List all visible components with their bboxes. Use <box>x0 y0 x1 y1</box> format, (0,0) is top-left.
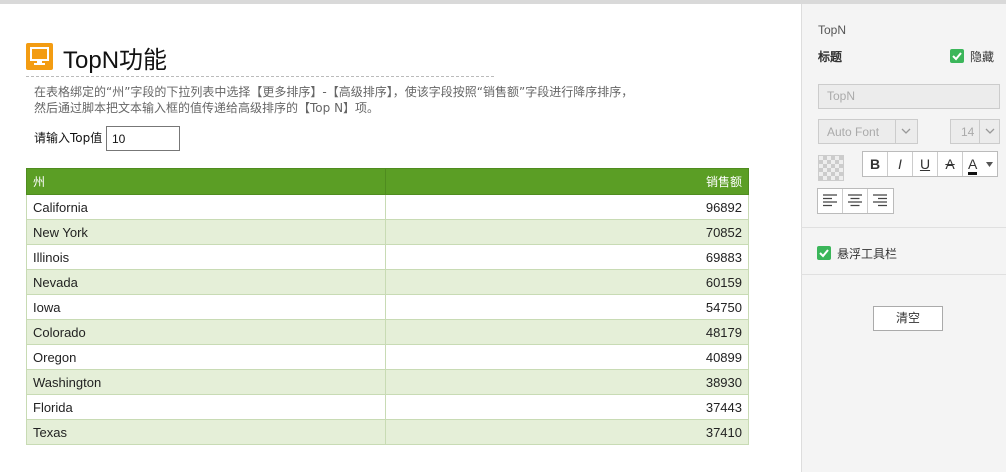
cell-state: Nevada <box>26 269 386 295</box>
chevron-down-icon <box>979 120 999 143</box>
title-text-field[interactable]: TopN <box>818 84 1000 109</box>
text-align-toolbar <box>817 188 894 214</box>
column-header-state[interactable]: 州 <box>26 168 386 195</box>
cell-state: Iowa <box>26 294 386 320</box>
cell-sales: 96892 <box>385 194 749 220</box>
font-color-button[interactable]: A <box>963 152 997 176</box>
font-size-value: 14 <box>961 125 975 139</box>
cell-sales: 70852 <box>385 219 749 245</box>
table-row: Iowa 54750 <box>26 294 749 320</box>
cell-state: Washington <box>26 369 386 395</box>
text-format-toolbar: B I U A A <box>862 151 998 177</box>
cell-sales: 69883 <box>385 244 749 270</box>
align-center-button[interactable] <box>843 189 868 213</box>
cell-sales: 60159 <box>385 269 749 295</box>
table-row: Colorado 48179 <box>26 319 749 345</box>
cell-state: Oregon <box>26 344 386 370</box>
table-row: Nevada 60159 <box>26 269 749 295</box>
cell-state: New York <box>26 219 386 245</box>
font-size-select[interactable]: 14 <box>950 119 1000 144</box>
check-icon <box>819 249 829 258</box>
cell-state: Colorado <box>26 319 386 345</box>
cell-state: Texas <box>26 419 386 445</box>
title-divider <box>26 76 494 77</box>
report-canvas: TopN功能 在表格绑定的“州”字段的下拉列表中选择【更多排序】-【高级排序】，… <box>0 4 801 472</box>
align-right-button[interactable] <box>868 189 893 213</box>
align-right-icon <box>873 194 887 207</box>
hide-label: 隐藏 <box>970 50 995 64</box>
cell-sales: 40899 <box>385 344 749 370</box>
font-family-value: Auto Font <box>827 125 880 139</box>
underline-button[interactable]: U <box>913 152 938 176</box>
column-header-sales[interactable]: 销售额 <box>385 168 749 195</box>
cell-sales: 38930 <box>385 369 749 395</box>
caret-down-icon <box>986 162 993 167</box>
topn-label: 请输入Top值 <box>34 131 103 145</box>
hide-checkbox[interactable] <box>950 49 964 63</box>
background-color-swatch[interactable] <box>818 155 844 181</box>
check-icon <box>952 52 962 61</box>
float-toolbar-checkbox[interactable] <box>817 246 831 260</box>
align-center-icon <box>848 194 862 207</box>
table-row: Texas 37410 <box>26 419 749 445</box>
italic-button[interactable]: I <box>888 152 913 176</box>
panel-section-title: TopN <box>818 23 847 37</box>
font-family-select[interactable]: Auto Font <box>818 119 918 144</box>
cell-state: Florida <box>26 394 386 420</box>
properties-panel: TopN 标题 隐藏 TopN Auto Font 14 <box>801 4 1006 472</box>
table-row: Illinois 69883 <box>26 244 749 270</box>
font-color-label: A <box>968 156 978 175</box>
clear-button[interactable]: 清空 <box>873 306 943 331</box>
align-left-button[interactable] <box>818 189 843 213</box>
cell-sales: 54750 <box>385 294 749 320</box>
bold-button[interactable]: B <box>863 152 888 176</box>
cell-sales: 37410 <box>385 419 749 445</box>
strikethrough-button[interactable]: A <box>938 152 963 176</box>
topn-input[interactable] <box>106 126 180 151</box>
table-row: Florida 37443 <box>26 394 749 420</box>
title-label: 标题 <box>818 50 843 64</box>
table-header-row: 州 销售额 <box>26 168 749 195</box>
monitor-icon <box>26 43 53 70</box>
page-title: TopN功能 <box>63 47 168 74</box>
description-text: 在表格绑定的“州”字段的下拉列表中选择【更多排序】-【高级排序】，使该字段按照“… <box>34 85 634 115</box>
align-left-icon <box>823 194 837 207</box>
chevron-down-icon <box>895 120 917 143</box>
cell-sales: 37443 <box>385 394 749 420</box>
table-row: New York 70852 <box>26 219 749 245</box>
table-row: California 96892 <box>26 194 749 220</box>
sales-table: 州 销售额 California 96892 New York 70852 Il… <box>26 168 749 445</box>
cell-state: Illinois <box>26 244 386 270</box>
table-row: Washington 38930 <box>26 369 749 395</box>
table-row: Oregon 40899 <box>26 344 749 370</box>
cell-sales: 48179 <box>385 319 749 345</box>
cell-state: California <box>26 194 386 220</box>
